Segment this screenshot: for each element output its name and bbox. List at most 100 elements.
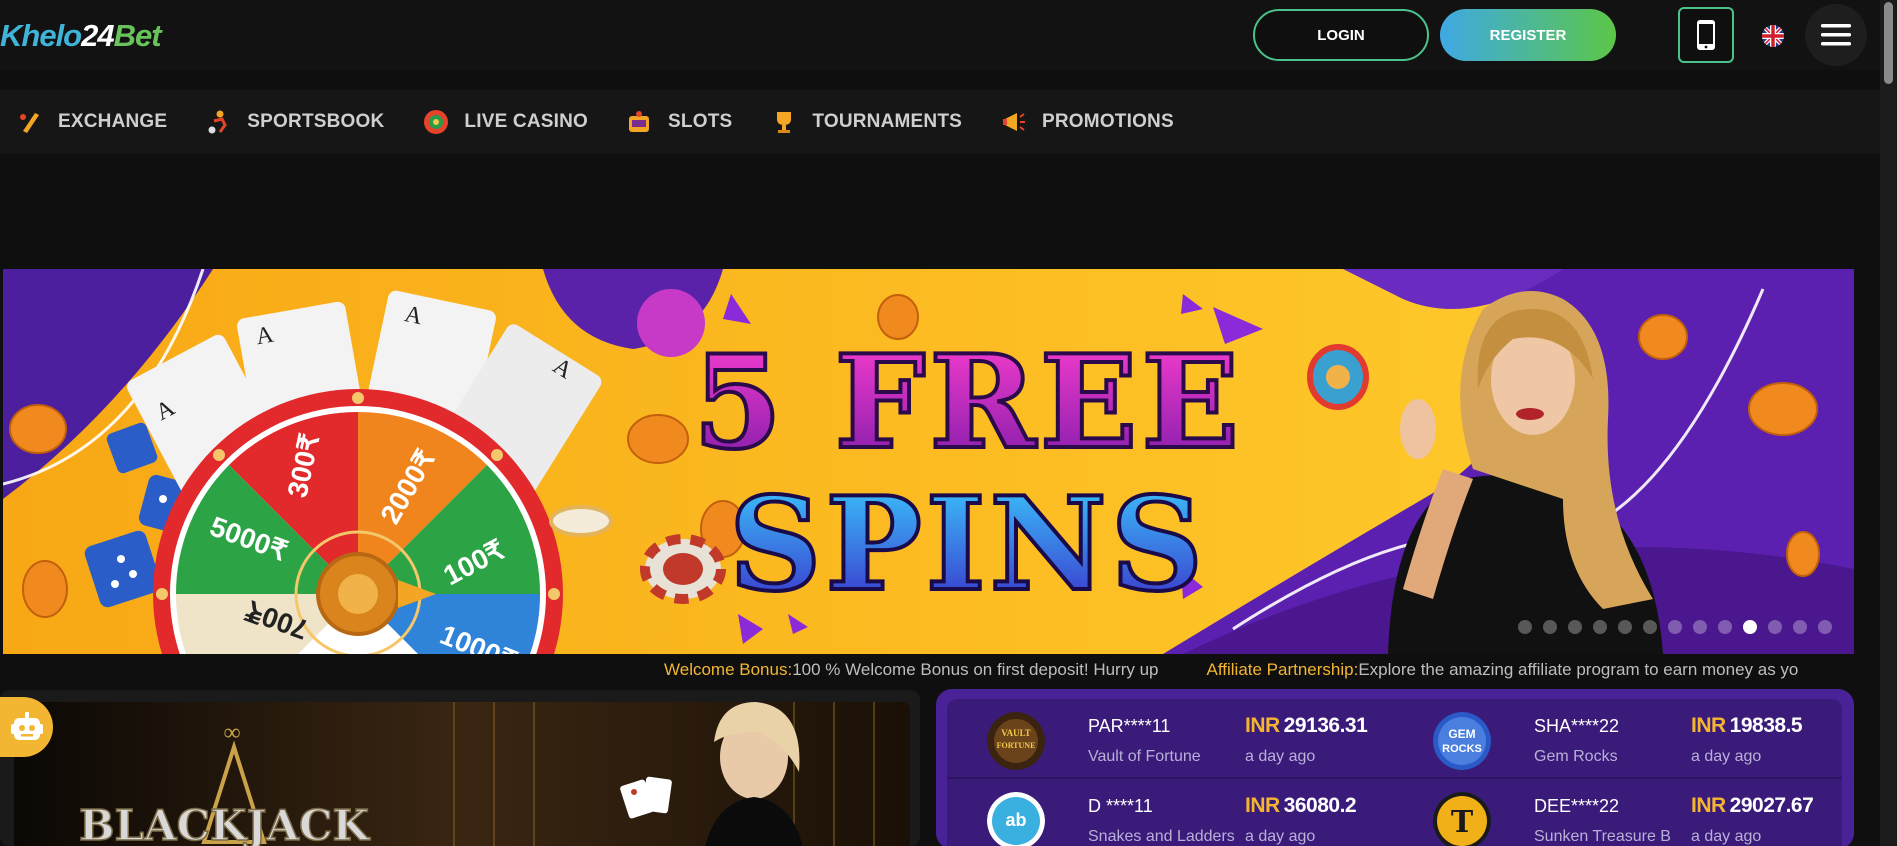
game-card-title: BLACKJACK xyxy=(79,801,370,846)
nav-item-label: SPORTSBOOK xyxy=(247,111,385,132)
page-scrollbar[interactable] xyxy=(1880,0,1897,846)
winner-amount: INR 19838.5 xyxy=(1691,714,1803,738)
winner-item[interactable]: ab D ****11 Snakes and Ladders INR 36080.… xyxy=(947,786,1387,846)
svg-text:T: T xyxy=(1451,805,1474,840)
menu-button[interactable] xyxy=(1805,4,1867,66)
page: Khelo24Bet LOGIN REGISTER EXCHANGE SPORT… xyxy=(0,0,1897,846)
nav-item-slots[interactable]: SLOTS xyxy=(610,90,732,154)
recent-winners-panel: VAULT FORTUNE PAR****11 Vault of Fortune … xyxy=(936,689,1854,846)
banner-headline-2: SPINS xyxy=(729,470,1207,620)
nav-item-live-casino[interactable]: LIVE CASINO xyxy=(406,90,588,154)
scrollbar-thumb[interactable] xyxy=(1884,2,1893,84)
carousel-dot[interactable] xyxy=(1518,620,1532,634)
winner-username: PAR****11 xyxy=(1088,716,1171,736)
robot-icon xyxy=(10,712,43,740)
sunken-treasure-icon: T xyxy=(1433,792,1491,846)
winner-amount: INR 36080.2 xyxy=(1245,794,1357,818)
roulette-icon xyxy=(422,108,450,136)
ticker-text: 100 % Welcome Bonus on first deposit! Hu… xyxy=(792,660,1159,679)
carousel-dot[interactable] xyxy=(1743,620,1757,634)
carousel-dot[interactable] xyxy=(1668,620,1682,634)
soccer-player-icon xyxy=(205,108,233,136)
nav-item-sportsbook[interactable]: SPORTSBOOK xyxy=(189,90,384,154)
gem-rocks-icon: GEM ROCKS xyxy=(1433,712,1491,770)
winner-amount-value: 36080.2 xyxy=(1283,794,1357,817)
banner-headline-1: 5 FREE xyxy=(693,328,1243,478)
featured-game-image: ∞ BLACKJACK xyxy=(14,702,910,846)
winner-amount-value: 29027.67 xyxy=(1729,794,1814,817)
carousel-dot[interactable] xyxy=(1693,620,1707,634)
carousel-dot[interactable] xyxy=(1618,620,1632,634)
logo-part-24: 24 xyxy=(81,18,114,53)
language-selector[interactable] xyxy=(1762,25,1784,47)
cricket-bat-icon xyxy=(16,108,44,136)
promo-banner[interactable]: A A A A 300₹ 2000₹ 100₹ 5000₹ 700₹ 1000₹… xyxy=(3,269,1854,654)
snakes-ladders-icon: ab xyxy=(987,792,1045,846)
winner-time: a day ago xyxy=(1245,748,1316,765)
mobile-app-button[interactable] xyxy=(1678,7,1734,63)
svg-text:FORTUNE: FORTUNE xyxy=(997,741,1036,750)
winner-username: D ****11 xyxy=(1088,796,1153,816)
login-button[interactable]: LOGIN xyxy=(1253,9,1429,61)
winner-item[interactable]: T DEE****22 Sunken Treasure B INR 29027.6… xyxy=(1393,786,1833,846)
carousel-dot[interactable] xyxy=(1543,620,1557,634)
ticker-title: Welcome Bonus: xyxy=(664,660,793,679)
winner-item[interactable]: GEM ROCKS SHA****22 Gem Rocks INR 19838.5 … xyxy=(1393,706,1833,786)
ticker-title: Affiliate Partnership: xyxy=(1206,660,1359,679)
winner-currency: INR xyxy=(1691,794,1726,817)
featured-game-card[interactable]: ∞ BLACKJACK xyxy=(0,690,920,846)
nav-item-tournaments[interactable]: TOURNAMENTS xyxy=(754,90,962,154)
carousel-dot[interactable] xyxy=(1768,620,1782,634)
hamburger-icon xyxy=(1821,24,1851,46)
ticker-content: Welcome Bonus:100 % Welcome Bonus on fir… xyxy=(664,654,1846,686)
winner-time: a day ago xyxy=(1245,828,1316,845)
smartphone-icon xyxy=(1697,20,1715,50)
winner-amount: INR 29136.31 xyxy=(1245,714,1368,738)
carousel-dots xyxy=(1518,620,1832,634)
svg-text:GEM: GEM xyxy=(1448,727,1475,741)
winner-amount-value: 19838.5 xyxy=(1729,714,1803,737)
svg-text:∞: ∞ xyxy=(223,720,240,746)
winner-game: Snakes and Ladders xyxy=(1088,828,1235,845)
carousel-dot[interactable] xyxy=(1718,620,1732,634)
winner-currency: INR xyxy=(1245,714,1280,737)
nav-item-label: LIVE CASINO xyxy=(464,111,589,132)
winner-username: DEE****22 xyxy=(1534,796,1620,816)
nav-item-exchange[interactable]: EXCHANGE xyxy=(0,90,167,154)
svg-text:ab: ab xyxy=(1005,810,1026,830)
winner-time: a day ago xyxy=(1691,748,1762,765)
carousel-dot[interactable] xyxy=(1818,620,1832,634)
logo-part-khelo: Khelo xyxy=(0,18,82,53)
logo-part-bet: Bet xyxy=(113,18,162,53)
trophy-icon xyxy=(770,108,798,136)
ticker-text: Explore the amazing affiliate program to… xyxy=(1358,660,1799,679)
carousel-dot[interactable] xyxy=(1793,620,1807,634)
nav-item-label: SLOTS xyxy=(668,111,733,132)
recent-winners-list: VAULT FORTUNE PAR****11 Vault of Fortune … xyxy=(947,699,1842,846)
winner-game: Gem Rocks xyxy=(1534,748,1618,765)
nav-item-label: EXCHANGE xyxy=(58,111,168,132)
svg-text:VAULT: VAULT xyxy=(1001,728,1031,738)
megaphone-icon xyxy=(1000,108,1028,136)
winner-game: Sunken Treasure B xyxy=(1534,828,1671,845)
header: Khelo24Bet LOGIN REGISTER xyxy=(0,0,1880,70)
winner-amount: INR 29027.67 xyxy=(1691,794,1814,818)
logo[interactable]: Khelo24Bet xyxy=(0,18,162,54)
slot-machine-icon xyxy=(626,108,654,136)
carousel-dot[interactable] xyxy=(1568,620,1582,634)
announcement-ticker: Welcome Bonus:100 % Welcome Bonus on fir… xyxy=(0,654,1856,686)
winner-time: a day ago xyxy=(1691,828,1762,845)
vault-of-fortune-icon: VAULT FORTUNE xyxy=(987,712,1045,770)
winner-item[interactable]: VAULT FORTUNE PAR****11 Vault of Fortune … xyxy=(947,706,1387,786)
nav-item-label: TOURNAMENTS xyxy=(812,111,963,132)
nav-item-label: PROMOTIONS xyxy=(1042,111,1174,132)
register-button[interactable]: REGISTER xyxy=(1440,9,1616,61)
svg-text:ROCKS: ROCKS xyxy=(1442,743,1482,755)
winner-currency: INR xyxy=(1691,714,1726,737)
winner-currency: INR xyxy=(1245,794,1280,817)
uk-flag-icon xyxy=(1762,25,1784,47)
banner-artwork: A A A A 300₹ 2000₹ 100₹ 5000₹ 700₹ 1000₹… xyxy=(3,269,1854,654)
carousel-dot[interactable] xyxy=(1593,620,1607,634)
nav-item-promotions[interactable]: PROMOTIONS xyxy=(984,90,1174,154)
carousel-dot[interactable] xyxy=(1643,620,1657,634)
